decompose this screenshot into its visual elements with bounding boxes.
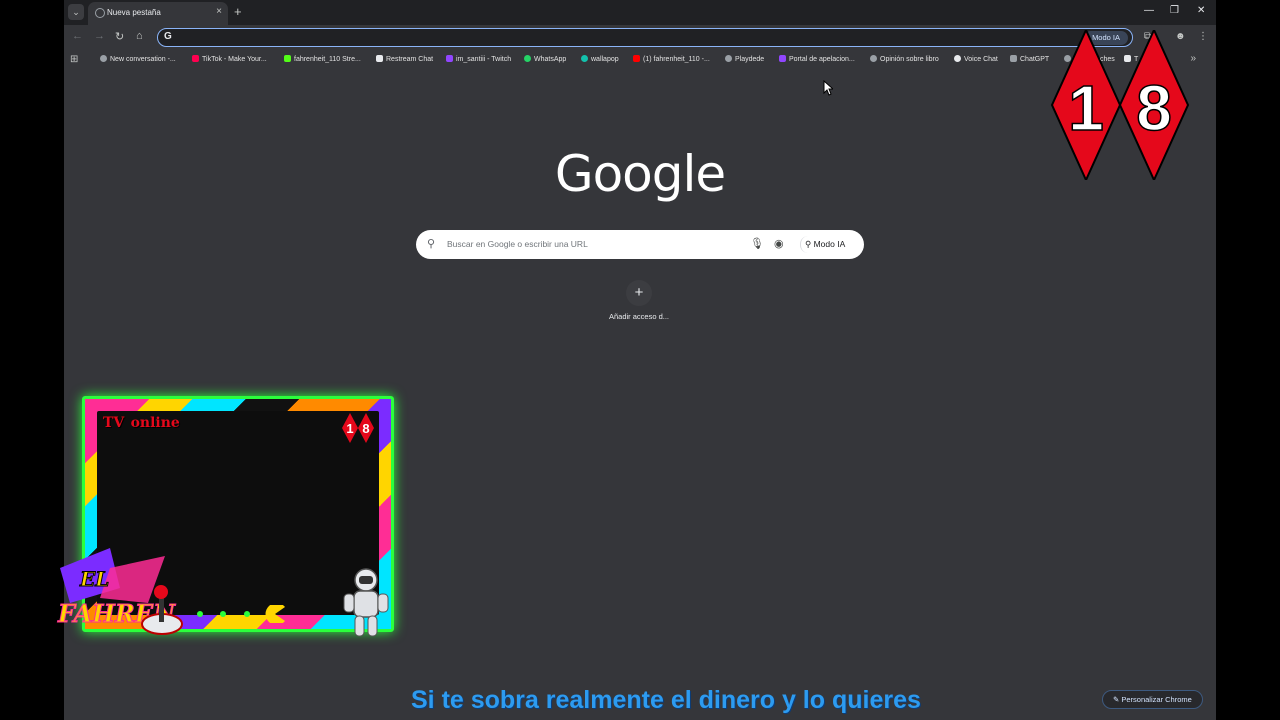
google-g-icon: G [164,31,172,42]
restore-icon[interactable]: ❐ [1170,5,1179,16]
tab-strip: ⌄ Nueva pestaña × + — ❐ ✕ [64,0,1216,25]
tab-search-button[interactable]: ⌄ [68,4,84,20]
scrolling-ticker: Si te sobra realmente el dinero y lo qui… [411,686,921,714]
bookmark-label: Playdede [735,56,765,63]
chatgpt-icon [1010,55,1017,62]
bookmark-label: New conversation -... [110,56,176,63]
whatsapp-icon [524,55,531,62]
bookmark-label: ChatGPT [1020,56,1050,63]
bookmarks-overflow-icon[interactable]: » [1190,53,1196,64]
bookmark-item[interactable]: (1) fahrenheit_110 -... [633,55,710,63]
bookmarks-bar: ⊞ New conversation -... TikTok - Make Yo… [64,50,1216,69]
bookmark-label: fahrenheit_110 Stre... [294,56,361,63]
google-logo: Google [554,145,726,203]
bookmark-item[interactable]: Portal de apelacion... [779,55,855,63]
tiktok-icon [192,55,199,62]
voice-chat-icon [954,55,961,62]
bookmark-favicon-icon [100,55,107,62]
microphone-icon[interactable]: 🎙 [750,237,764,250]
reload-icon[interactable]: ↻ [115,30,124,43]
bookmark-item[interactable]: Restream Chat [376,55,433,63]
plus-icon: + [626,280,652,306]
tab-title: Nueva pestaña [107,8,161,17]
add-shortcut[interactable]: + Añadir acceso d... [594,280,684,321]
bookmark-item[interactable]: wallapop [581,55,619,63]
bookmark-label: Opinión sobre libro [880,56,939,63]
address-bar[interactable]: G Modo IA [157,28,1133,47]
add-shortcut-label: Añadir acceso d... [608,312,670,321]
bookmark-label: Voice Chat [964,56,998,63]
bookmark-label: im_santiii - Twitch [456,56,512,63]
toolbar: ← → ↻ ⌂ G Modo IA ⧉ ☻ ⋮ [64,25,1216,49]
apps-grid-icon[interactable]: ⊞ [70,54,78,65]
globe-icon [870,55,877,62]
sparkle-search-icon: ⚲ [805,239,814,249]
home-icon[interactable]: ⌂ [136,30,143,42]
bookmark-label: WhatsApp [534,56,567,63]
tv-label: TV [103,415,125,431]
el-text: EL [79,567,109,591]
minimize-icon[interactable]: — [1144,5,1154,16]
bookmark-label: Portal de apelacion... [789,56,855,63]
badge-digit-one: 1 [1068,72,1104,144]
bookmark-item[interactable]: im_santiii - Twitch [446,55,511,63]
mini-badge-digit-one: 1 [346,421,353,436]
google-lens-icon[interactable]: ◉ [774,237,784,250]
bookmark-item[interactable]: Voice Chat [954,55,998,63]
customize-label: Personalizar Chrome [1121,695,1192,704]
bookmark-item[interactable]: New conversation -... [100,55,176,63]
bookmark-label: TikTok - Make Your... [202,56,267,63]
tab-close-icon[interactable]: × [216,6,222,17]
twitch-icon [779,55,786,62]
search-icon: ⚲ [427,238,436,250]
mouse-pointer-icon [823,80,833,96]
bookmark-item[interactable]: WhatsApp [524,55,566,63]
menu-kebab-icon[interactable]: ⋮ [1198,31,1208,42]
el-fahren-logo: EL FAHREN [57,548,183,635]
customize-chrome-button[interactable]: ✎ Personalizar Chrome [1102,690,1203,709]
search-placeholder: Buscar en Google o escribir una URL [447,239,588,249]
bookmark-item[interactable]: Playdede [725,55,764,63]
twitch-icon [446,55,453,62]
modo-ia-button[interactable]: ⚲ Modo IA [800,236,851,253]
close-window-icon[interactable]: ✕ [1197,5,1205,16]
badge-digit-eight: 8 [1136,72,1172,144]
bookmark-item[interactable]: ChatGPT [1010,55,1049,63]
bookmark-label: (1) fahrenheit_110 -... [643,56,710,63]
youtube-icon [633,55,640,62]
mini-badge-digit-eight: 8 [362,421,369,436]
back-icon[interactable]: ← [72,30,83,42]
right-black-bar [1216,0,1280,720]
forward-icon[interactable]: → [94,30,105,42]
tab-nueva-pestana[interactable]: Nueva pestaña × [88,2,228,25]
astronaut-icon [343,568,389,637]
bookmark-item[interactable]: TikTok - Make Your... [192,55,267,63]
bookmark-item[interactable]: fahrenheit_110 Stre... [284,55,361,63]
search-box[interactable]: ⚲ Buscar en Google o escribir una URL 🎙 … [416,230,864,259]
restream-icon [376,55,383,62]
chrome-favicon-icon [95,8,105,18]
modo-ia-label: Modo IA [813,239,846,249]
bookmark-label: wallapop [591,56,619,63]
kick-icon [284,55,291,62]
wallapop-icon [581,55,588,62]
playdede-icon [725,55,732,62]
online-label: online [130,415,180,431]
bookmark-item[interactable]: Opinión sobre libro [870,55,939,63]
tv-online-title: TV online [103,411,180,432]
new-tab-button[interactable]: + [234,4,242,19]
age-18-badge: 1 8 [1050,30,1190,180]
mini-18-badge: 1 8 [342,413,374,443]
bookmark-label: Restream Chat [386,56,434,63]
